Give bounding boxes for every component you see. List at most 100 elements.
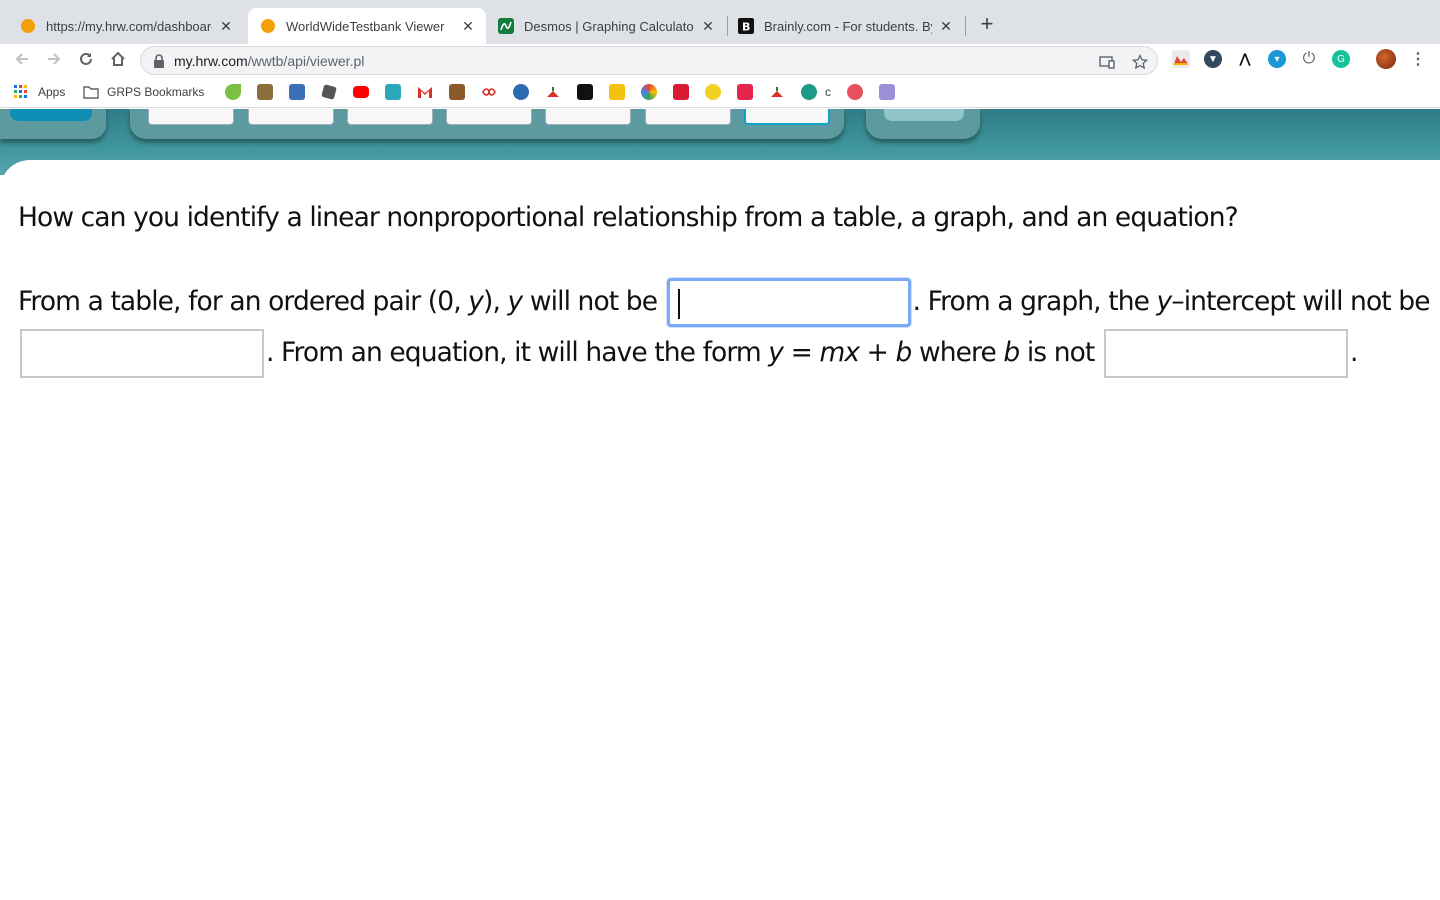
- home-icon: [111, 51, 125, 66]
- answer-input-3[interactable]: [1105, 331, 1346, 376]
- reload-button[interactable]: [76, 50, 96, 70]
- tab-title: Brainly.com - For students. By: [764, 18, 932, 34]
- smiley-icon[interactable]: [705, 84, 721, 100]
- tab-brainly[interactable]: B Brainly.com - For students. By ✕: [728, 8, 964, 44]
- bookmark-folder-grps[interactable]: GRPS Bookmarks: [83, 84, 204, 100]
- header-left-panel: [0, 109, 106, 139]
- text-segment: is not: [1019, 337, 1102, 368]
- text-segment: –intercept will not be: [1171, 286, 1430, 317]
- question-paragraph: From a table, for an ordered pair (0, y)…: [18, 276, 1436, 378]
- tab-desmos[interactable]: Desmos | Graphing Calculator ✕: [488, 8, 726, 44]
- svg-text:B: B: [742, 21, 750, 34]
- apps-grid-icon: [14, 85, 27, 98]
- folder-icon: [83, 86, 99, 99]
- answer-input-1[interactable]: [669, 281, 908, 324]
- text-segment: . From a graph, the: [912, 286, 1157, 317]
- youtube-icon[interactable]: [353, 86, 369, 98]
- green-leaf-icon[interactable]: [225, 84, 241, 100]
- address-bar[interactable]: my.hrw.com/wwtb/api/viewer.pl: [140, 46, 1158, 75]
- extension-icon[interactable]: [1172, 50, 1190, 68]
- browser-toolbar: my.hrw.com/wwtb/api/viewer.pl: [0, 44, 1440, 76]
- power-extension-icon[interactable]: ⏻: [1300, 50, 1318, 68]
- close-icon[interactable]: ✕: [938, 18, 954, 34]
- header-right-panel: [866, 109, 980, 139]
- question-nav-button[interactable]: [148, 109, 234, 125]
- brown-grid-icon[interactable]: [257, 84, 273, 100]
- variable-b: b: [895, 337, 913, 368]
- bookmark-c[interactable]: c: [801, 84, 831, 100]
- avatar[interactable]: [1376, 49, 1396, 69]
- shield-extension-icon[interactable]: ▼: [1204, 50, 1222, 68]
- question-nav-button[interactable]: [248, 109, 334, 125]
- mc-icon[interactable]: [847, 84, 863, 100]
- question-content: How can you identify a linear nonproport…: [18, 196, 1436, 378]
- close-icon[interactable]: ✕: [700, 18, 716, 34]
- back-button[interactable]: [12, 50, 32, 70]
- blue-shield-extension-icon[interactable]: ▾: [1268, 50, 1286, 68]
- roblox-icon[interactable]: [321, 84, 337, 100]
- infinity-icon[interactable]: [481, 84, 497, 100]
- brainly-icon: B: [738, 18, 754, 34]
- mcgraw-icon[interactable]: [673, 84, 689, 100]
- tab-worldwidetestbank[interactable]: WorldWideTestbank Viewer ✕: [248, 8, 486, 44]
- tab-title: WorldWideTestbank Viewer: [286, 18, 445, 34]
- variable-y: y: [468, 286, 484, 317]
- tab-title: https://my.hrw.com/dashboard: [46, 18, 212, 34]
- mountain-extension-icon[interactable]: ⋀: [1236, 50, 1254, 68]
- globe-icon[interactable]: [513, 84, 529, 100]
- question-nav-button[interactable]: [446, 109, 532, 125]
- photos-icon[interactable]: [641, 84, 657, 100]
- bookmarks-bar: Apps GRPS Bookmarks c: [0, 76, 1440, 108]
- question-nav-button-active[interactable]: [744, 109, 830, 125]
- grammarly-extension-icon[interactable]: G: [1332, 50, 1350, 68]
- forward-button[interactable]: [44, 50, 64, 70]
- sy-icon[interactable]: [737, 84, 753, 100]
- answer-blank-2[interactable]: [20, 329, 264, 378]
- character-icon[interactable]: [289, 84, 305, 100]
- teal-icon: [801, 84, 817, 100]
- cast-icon[interactable]: [1099, 54, 1115, 70]
- apple-icon[interactable]: [769, 84, 785, 100]
- home-button[interactable]: [108, 50, 128, 70]
- question-title: How can you identify a linear nonproport…: [18, 202, 1239, 233]
- variable-m: m: [819, 337, 845, 368]
- bookmark-apps[interactable]: Apps: [14, 84, 65, 100]
- answer-blank-3[interactable]: [1103, 329, 1348, 378]
- classroom-icon[interactable]: [609, 84, 625, 100]
- star-icon[interactable]: [1132, 54, 1148, 70]
- close-icon[interactable]: ✕: [218, 18, 234, 34]
- variable-x: x: [844, 337, 860, 368]
- black-square-icon[interactable]: [577, 84, 593, 100]
- hrw-circle-icon: [260, 18, 276, 34]
- question-nav-button[interactable]: [347, 109, 433, 125]
- answer-input-2[interactable]: [22, 331, 262, 376]
- gmail-icon[interactable]: [417, 84, 433, 100]
- apple-icon[interactable]: [545, 84, 561, 100]
- tab-hrw-dashboard[interactable]: https://my.hrw.com/dashboard ✕: [8, 8, 244, 44]
- question-nav-button[interactable]: [545, 109, 631, 125]
- bookmark-apps-label: Apps: [38, 85, 66, 99]
- menu-kebab-icon[interactable]: ⋮: [1409, 50, 1427, 68]
- text-segment: . From an equation, it will have the for…: [266, 337, 769, 368]
- close-icon[interactable]: ✕: [460, 18, 476, 34]
- bookmark-c-label: c: [825, 85, 831, 99]
- back-arrow-icon: [15, 53, 28, 65]
- text-segment: From a table, for an ordered pair (0,: [18, 286, 469, 317]
- text-segment: will not be: [522, 286, 665, 317]
- header-right-button[interactable]: [884, 109, 964, 121]
- equals-sign: =: [783, 337, 820, 368]
- kahoot-icon[interactable]: [385, 84, 401, 100]
- building-icon[interactable]: [449, 84, 465, 100]
- variable-y: y: [507, 286, 524, 317]
- variable-y: y: [1156, 286, 1173, 317]
- mw-icon[interactable]: [879, 84, 895, 100]
- new-tab-button[interactable]: +: [976, 13, 998, 36]
- bookmark-folder-label: GRPS Bookmarks: [107, 85, 205, 99]
- answer-blank-1[interactable]: [666, 278, 911, 327]
- reload-icon: [80, 52, 92, 65]
- variable-b: b: [1003, 337, 1020, 368]
- question-nav-button[interactable]: [645, 109, 731, 125]
- text-segment: ),: [483, 286, 508, 317]
- header-left-button[interactable]: [10, 109, 92, 121]
- plus-sign: +: [859, 337, 896, 368]
